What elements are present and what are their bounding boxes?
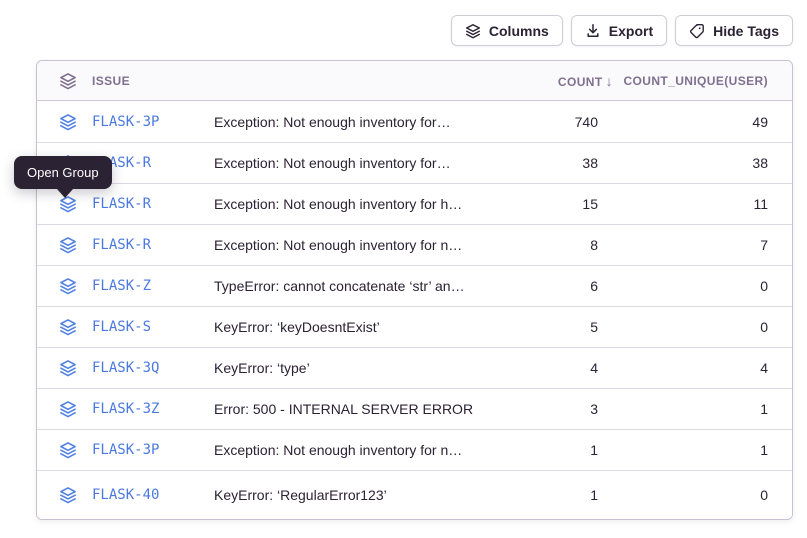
issue-layers-icon[interactable]: [59, 486, 77, 504]
issue-cell: FLASK-40: [37, 486, 214, 504]
table-row[interactable]: FLASK-3P Exception: Not enough inventory…: [37, 101, 792, 142]
download-icon: [585, 23, 601, 39]
issue-title: KeyError: ‘type’: [214, 360, 518, 376]
count-cell: 15: [518, 196, 598, 212]
count-cell: 740: [518, 114, 598, 130]
column-header-count[interactable]: COUNT↓: [518, 73, 598, 89]
count-unique-cell: 11: [598, 196, 768, 212]
layers-icon: [465, 23, 481, 39]
issue-title: Exception: Not enough inventory for…: [214, 114, 518, 130]
issue-title: KeyError: ‘keyDoesntExist’: [214, 319, 518, 335]
tooltip-text: Open Group: [27, 165, 99, 180]
hide-tags-button-label: Hide Tags: [713, 23, 779, 39]
issue-title: Error: 500 - INTERNAL SERVER ERROR: [214, 401, 518, 417]
count-unique-cell: 49: [598, 114, 768, 130]
count-cell: 5: [518, 319, 598, 335]
issue-cell: FLASK-3Q: [37, 359, 214, 377]
issue-layers-icon[interactable]: [59, 359, 77, 377]
table-row[interactable]: FLASK-40 KeyError: ‘RegularError123’ 1 0: [37, 470, 792, 519]
count-unique-cell: 4: [598, 360, 768, 376]
issue-link[interactable]: FLASK-R: [92, 237, 151, 253]
issue-cell: FLASK-3P: [37, 441, 214, 459]
count-cell: 6: [518, 278, 598, 294]
table-row[interactable]: FLASK-R Exception: Not enough inventory …: [37, 183, 792, 224]
issue-layers-icon[interactable]: [59, 236, 77, 254]
count-unique-cell: 0: [598, 278, 768, 294]
count-cell: 8: [518, 237, 598, 253]
count-cell: 1: [518, 487, 598, 503]
issue-cell: FLASK-R: [37, 236, 214, 254]
columns-button[interactable]: Columns: [451, 15, 563, 46]
count-unique-cell: 7: [598, 237, 768, 253]
hide-tags-button[interactable]: Hide Tags: [675, 15, 793, 46]
issue-cell: FLASK-3P: [37, 113, 214, 131]
count-cell: 38: [518, 155, 598, 171]
table-row[interactable]: FLASK-3Z Error: 500 - INTERNAL SERVER ER…: [37, 388, 792, 429]
issue-layers-icon[interactable]: [59, 113, 77, 131]
issue-link[interactable]: FLASK-S: [92, 319, 151, 335]
table-row[interactable]: FLASK-Z TypeError: cannot concatenate ‘s…: [37, 265, 792, 306]
issue-link[interactable]: FLASK-3Q: [92, 360, 159, 376]
export-button[interactable]: Export: [571, 15, 667, 46]
column-header-issue[interactable]: ISSUE: [37, 72, 214, 90]
issue-layers-icon[interactable]: [59, 400, 77, 418]
column-header-count-unique-label: COUNT_UNIQUE(USER): [623, 74, 768, 88]
issue-link[interactable]: FLASK-R: [92, 196, 151, 212]
count-unique-cell: 0: [598, 487, 768, 503]
count-unique-cell: 38: [598, 155, 768, 171]
column-header-issue-label: ISSUE: [92, 74, 130, 88]
issue-link[interactable]: FLASK-40: [92, 487, 159, 503]
table-header: ISSUE COUNT↓ COUNT_UNIQUE(USER): [37, 61, 792, 101]
issue-layers-icon[interactable]: [59, 318, 77, 336]
table-body: FLASK-3P Exception: Not enough inventory…: [37, 101, 792, 519]
count-unique-cell: 1: [598, 442, 768, 458]
table-row[interactable]: FLASK-R Exception: Not enough inventory …: [37, 224, 792, 265]
toolbar: Columns Export Hide Tags: [451, 15, 793, 46]
issue-link[interactable]: FLASK-3Z: [92, 401, 159, 417]
issue-title: Exception: Not enough inventory for n…: [214, 237, 518, 253]
table-row[interactable]: FLASK-3P Exception: Not enough inventory…: [37, 429, 792, 470]
count-unique-cell: 0: [598, 319, 768, 335]
export-button-label: Export: [609, 23, 653, 39]
column-header-count-unique[interactable]: COUNT_UNIQUE(USER): [598, 74, 768, 88]
open-group-tooltip: Open Group: [14, 156, 112, 189]
issue-layers-icon[interactable]: [59, 441, 77, 459]
columns-button-label: Columns: [489, 23, 549, 39]
column-header-count-label: COUNT: [558, 75, 603, 89]
issues-table: ISSUE COUNT↓ COUNT_UNIQUE(USER) FLASK-3P…: [36, 60, 793, 520]
issue-title: Exception: Not enough inventory for…: [214, 155, 518, 171]
table-row[interactable]: FLASK-R Exception: Not enough inventory …: [37, 142, 792, 183]
table-row[interactable]: FLASK-S KeyError: ‘keyDoesntExist’ 5 0: [37, 306, 792, 347]
layers-icon: [59, 72, 77, 90]
issue-cell: FLASK-S: [37, 318, 214, 336]
count-cell: 1: [518, 442, 598, 458]
issue-cell: FLASK-3Z: [37, 400, 214, 418]
table-row[interactable]: FLASK-3Q KeyError: ‘type’ 4 4: [37, 347, 792, 388]
issue-title: KeyError: ‘RegularError123’: [214, 487, 518, 503]
issue-title: Exception: Not enough inventory for n…: [214, 442, 518, 458]
count-unique-cell: 1: [598, 401, 768, 417]
count-cell: 4: [518, 360, 598, 376]
issue-link[interactable]: FLASK-3P: [92, 114, 159, 130]
issue-layers-icon[interactable]: [59, 277, 77, 295]
tag-icon: [689, 23, 705, 39]
issue-link[interactable]: FLASK-3P: [92, 442, 159, 458]
count-cell: 3: [518, 401, 598, 417]
issue-link[interactable]: FLASK-Z: [92, 278, 151, 294]
issue-cell: FLASK-Z: [37, 277, 214, 295]
issue-title: Exception: Not enough inventory for h…: [214, 196, 518, 212]
issue-title: TypeError: cannot concatenate ‘str’ an…: [214, 278, 518, 294]
